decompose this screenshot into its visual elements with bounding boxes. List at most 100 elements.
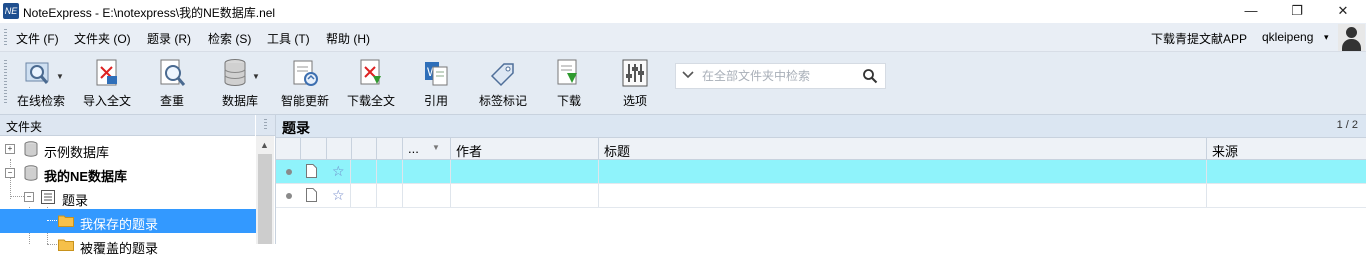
download-fulltext-label: 下载全文 [346,94,395,108]
tree-connector [47,220,57,221]
scroll-thumb[interactable] [258,154,272,244]
menu-bar: 文件 (F) 文件夹 (O) 题录 (R) 检索 (S) 工具 (T) 帮助 (… [0,23,1366,52]
avatar[interactable] [1338,24,1365,51]
app-logo-icon: NE [3,3,19,19]
col-extra[interactable] [351,138,377,159]
tree-item-label: 被覆盖的题录 [80,241,159,256]
smart-update-icon [293,60,318,86]
online-search-icon [25,62,49,84]
close-button[interactable]: ✕ [1320,0,1366,23]
smart-update-label: 智能更新 [280,94,329,108]
database-label: 数据库 [221,94,258,108]
duplicate-check-button[interactable]: 查重 [150,54,194,112]
folder-panel-title: 文件夹 [6,120,43,134]
menu-search[interactable]: 检索 (S) [208,30,251,47]
col-status[interactable] [276,138,301,159]
cell-divider [350,160,351,183]
folder-panel: 文件夹 + 示例数据库 − 我的NE数据库 − 题录 我保存的题录 被覆盖的题录… [0,115,276,256]
tag-button[interactable]: 标签标记 [476,54,530,112]
page-indicator: 1 / 2 [1336,119,1358,131]
chevron-down-icon: ▼ [56,72,64,81]
col-star[interactable] [326,138,352,159]
col-source[interactable]: 来源 [1206,138,1365,159]
options-button[interactable]: 选项 [618,54,652,112]
search-input[interactable] [700,67,854,85]
menu-grip[interactable] [4,29,7,45]
online-search-label: 在线检索 [16,94,65,108]
tree-item-label: 题录 [62,193,89,208]
online-search-button[interactable]: ▼ 在线检索 [12,54,70,112]
user-name[interactable]: qkleipeng [1262,30,1313,44]
star-icon[interactable]: ☆ [332,164,345,178]
folder-icon [58,215,74,227]
user-dropdown-icon[interactable]: ▾ [1324,32,1329,43]
database-button[interactable]: ▼ 数据库 [218,54,262,112]
col-more[interactable]: ... ▼ [402,138,451,159]
folder-scrollbar[interactable]: ▲ [256,136,274,244]
options-icon [622,59,648,87]
tree-item-sample-db[interactable]: + 示例数据库 [0,137,256,161]
tree-item-my-ne-db[interactable]: − 我的NE数据库 [0,161,256,185]
col-author[interactable]: 作者 [450,138,599,159]
window-title: NoteExpress - E:\notexpress\我的NE数据库.nel [23,6,276,20]
sort-down-icon[interactable]: ▼ [432,143,440,152]
tree-item-label: 我保存的题录 [80,217,159,232]
menu-record[interactable]: 题录 (R) [147,30,191,47]
menu-folder[interactable]: 文件夹 (O) [74,30,131,47]
toolbar-grip[interactable] [4,60,7,104]
tree-connector [10,196,24,197]
menu-tools[interactable]: 工具 (T) [267,30,310,47]
status-dot-icon [286,169,292,175]
status-dot-icon [286,193,292,199]
star-icon[interactable]: ☆ [332,188,345,202]
table-row[interactable]: ☆ [276,184,1366,208]
col-source-label: 来源 [1212,144,1239,159]
database-icon [224,59,246,86]
cell-divider [450,184,451,207]
tree-item-overwritten-records[interactable]: 被覆盖的题录 [0,233,256,257]
tree-connector [47,244,57,245]
panel-grip[interactable] [256,115,275,136]
collapse-icon[interactable]: − [5,168,15,178]
cell-divider [598,160,599,183]
download-button[interactable]: 下载 [552,54,586,112]
download-fulltext-button[interactable]: 下载全文 [344,54,398,112]
download-app-link[interactable]: 下载青提文献APP [1151,30,1247,47]
cite-label: 引用 [423,94,448,108]
chevron-down-icon[interactable] [681,68,695,82]
smart-update-button[interactable]: 智能更新 [278,54,332,112]
tree-item-records[interactable]: − 题录 [0,185,256,209]
title-bar: NE NoteExpress - E:\notexpress\我的NE数据库.n… [0,0,1366,23]
collapse-icon[interactable]: − [24,192,34,202]
search-icon[interactable] [862,68,878,84]
table-row[interactable]: ☆ [276,160,1366,184]
tree-item-label: 示例数据库 [44,145,110,160]
folder-icon [58,239,74,251]
tree-item-saved-records[interactable]: 我保存的题录 [0,209,256,233]
col-title[interactable]: 标题 [598,138,1207,159]
search-box [675,63,886,89]
col-extra2[interactable] [376,138,403,159]
tag-icon [490,63,514,87]
minimize-button[interactable]: — [1228,0,1274,23]
import-fulltext-button[interactable]: 导入全文 [80,54,134,112]
document-icon [306,164,317,178]
download-label: 下载 [556,94,581,108]
scroll-up-icon[interactable]: ▲ [260,140,269,150]
expand-icon[interactable]: + [5,144,15,154]
col-attachment[interactable] [300,138,327,159]
document-icon [306,188,317,202]
download-icon [557,59,577,85]
cite-button[interactable]: W 引用 [418,54,454,112]
cell-divider [402,184,403,207]
cell-divider [450,160,451,183]
cell-divider [376,184,377,207]
menu-file[interactable]: 文件 (F) [16,30,59,47]
cite-icon: W [425,62,448,86]
maximize-button[interactable]: ❐ [1274,0,1320,23]
cell-divider [598,184,599,207]
cell-divider [350,184,351,207]
import-fulltext-label: 导入全文 [82,94,131,108]
records-title: 题录 [282,120,310,136]
menu-help[interactable]: 帮助 (H) [326,30,370,47]
